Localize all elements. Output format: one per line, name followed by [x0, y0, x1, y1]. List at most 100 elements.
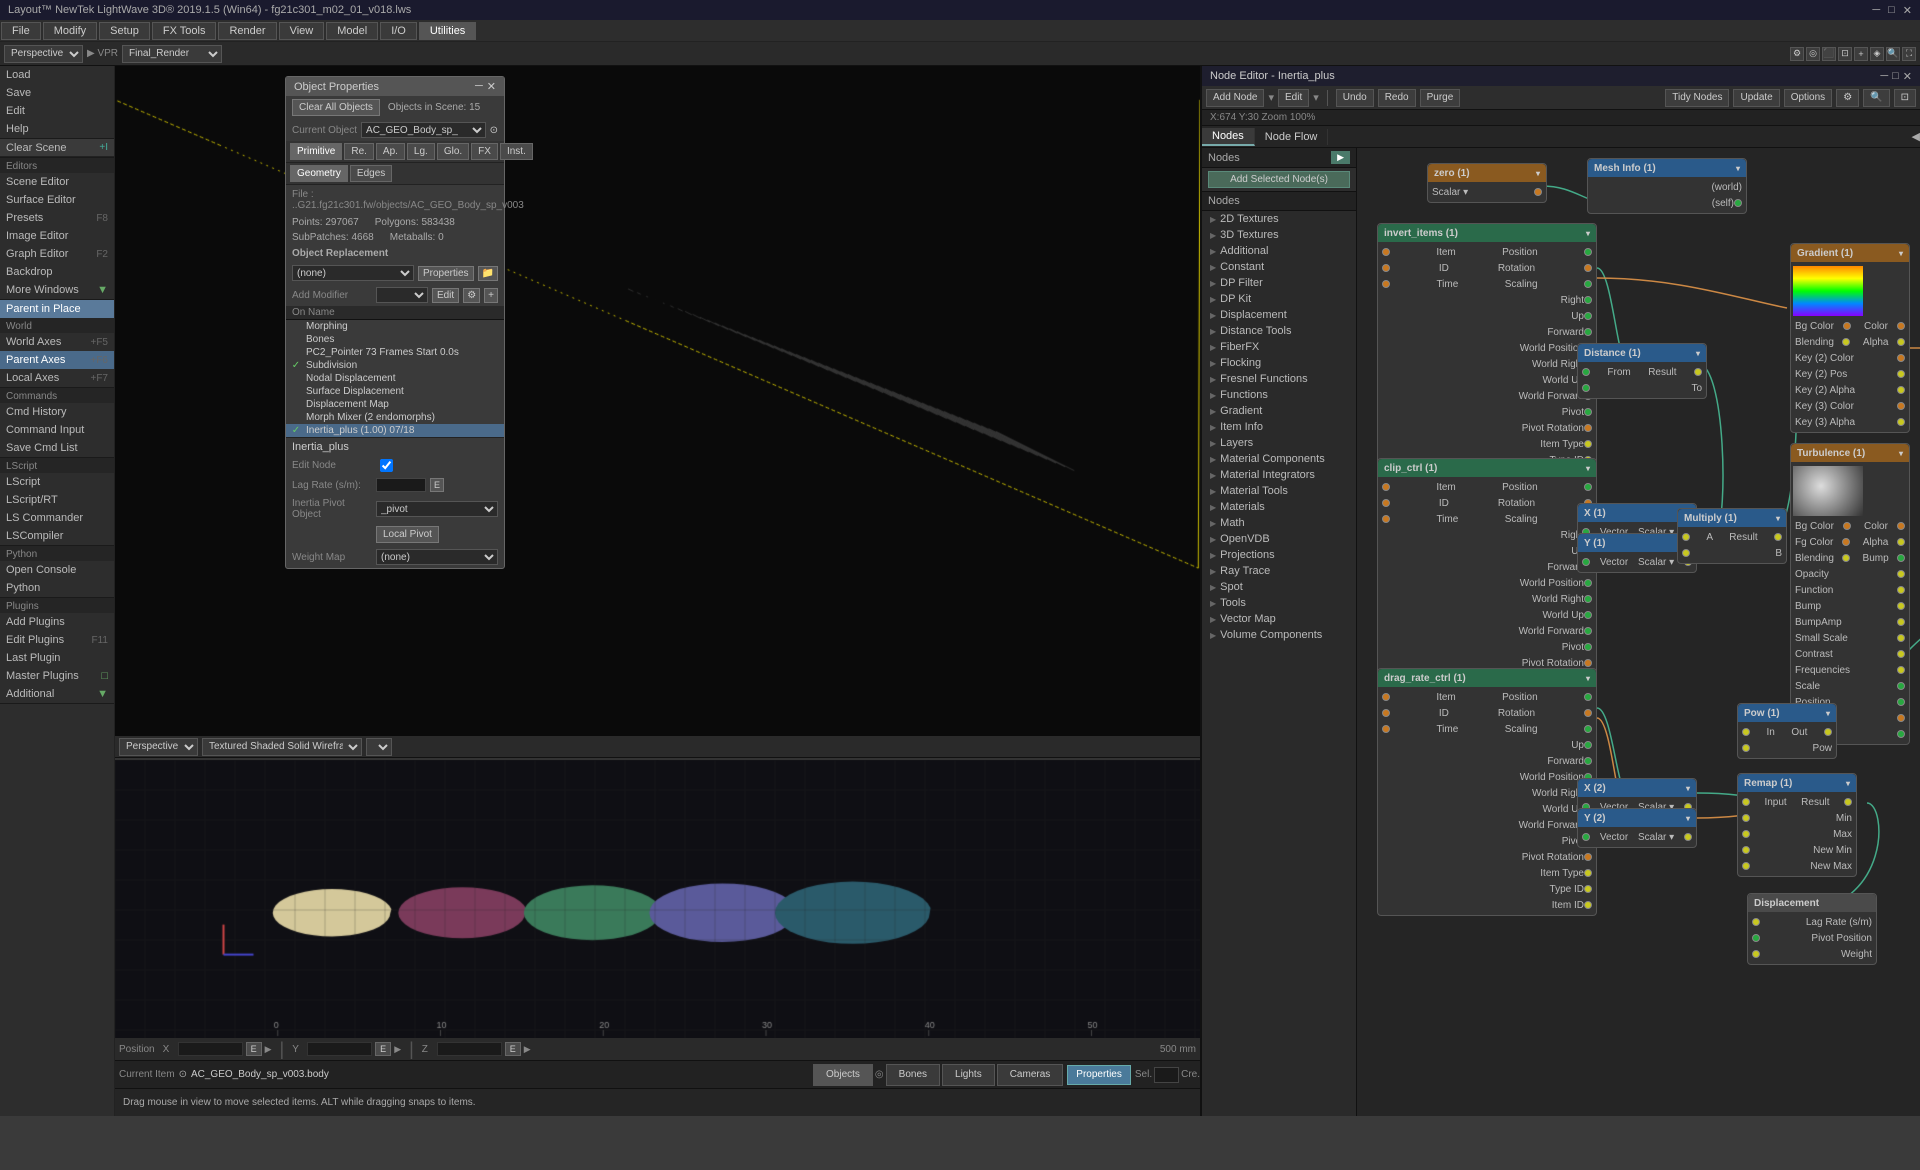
tab-lights[interactable]: Lights: [942, 1064, 995, 1086]
cat-distance-tools[interactable]: Distance Tools: [1202, 323, 1356, 339]
ne-tab-nodeflow[interactable]: Node Flow: [1255, 129, 1329, 145]
bottom-vp-shader[interactable]: Textured Shaded Solid Wireframe: [202, 738, 362, 756]
sidebar-lscompiler[interactable]: LSCompiler: [0, 527, 114, 545]
vp-btn-1[interactable]: ⚙: [1790, 47, 1804, 61]
sidebar-master-plugins[interactable]: Master Plugins□: [0, 667, 114, 685]
bottom-vp-extra[interactable]: [366, 738, 392, 756]
node-distance[interactable]: Distance (1) ▾ From Result To: [1577, 343, 1707, 399]
add-modifier-select[interactable]: [376, 287, 428, 303]
modifier-disp-map[interactable]: Displacement Map: [286, 398, 504, 411]
add-node-btn[interactable]: Add Node: [1206, 89, 1264, 107]
local-pivot-btn[interactable]: Local Pivot: [376, 526, 439, 543]
tab-bones[interactable]: Bones: [886, 1064, 940, 1086]
sidebar-presets[interactable]: PresetsF8: [0, 209, 114, 227]
current-object-select[interactable]: AC_GEO_Body_sp_: [361, 122, 486, 138]
tab-edges[interactable]: Edges: [350, 165, 392, 182]
properties-bottom-btn[interactable]: Properties: [1067, 1065, 1131, 1085]
sidebar-cmd-history[interactable]: Cmd History: [0, 403, 114, 421]
node-turbulence[interactable]: Turbulence (1) ▾ Bg Color Color: [1790, 443, 1910, 745]
sidebar-python[interactable]: Python: [0, 579, 114, 597]
cat-openvdb[interactable]: OpenVDB: [1202, 531, 1356, 547]
undo-btn[interactable]: Undo: [1336, 89, 1374, 107]
ne-minimize-btn[interactable]: ─: [1880, 70, 1888, 83]
cat-dp-filter[interactable]: DP Filter: [1202, 275, 1356, 291]
cat-math[interactable]: Math: [1202, 515, 1356, 531]
cat-material-components[interactable]: Material Components: [1202, 451, 1356, 467]
modifier-inertia[interactable]: ✓Inertia_plus (1.00) 07/18: [286, 424, 504, 437]
ne-close-panel-btn[interactable]: ◀: [1912, 130, 1920, 143]
properties-btn-small[interactable]: Properties: [418, 266, 474, 281]
sidebar-edit[interactable]: Edit: [0, 102, 114, 120]
node-displacement[interactable]: Displacement Lag Rate (s/m) Pivot Positi…: [1747, 893, 1877, 965]
folder-btn[interactable]: 📁: [478, 266, 498, 281]
node-pow[interactable]: Pow (1) ▾ In Out Pow: [1737, 703, 1837, 759]
options-btn[interactable]: Options: [1784, 89, 1832, 107]
bottom-vp-camera[interactable]: Perspective: [119, 738, 198, 756]
obj-props-minimize[interactable]: ─: [475, 80, 483, 93]
modifier-nodal[interactable]: Nodal Displacement: [286, 372, 504, 385]
sidebar-parent-axes[interactable]: Parent Axes+F6: [0, 351, 114, 369]
ne-fit-btn[interactable]: ⊡: [1894, 89, 1916, 107]
cat-2d-textures[interactable]: 2D Textures: [1202, 211, 1356, 227]
tab-glo[interactable]: Glo.: [437, 143, 469, 160]
cat-item-info[interactable]: Item Info: [1202, 419, 1356, 435]
cat-fiberfx[interactable]: FiberFX: [1202, 339, 1356, 355]
ne-settings-btn[interactable]: ⚙: [1836, 89, 1859, 107]
tab-primitive[interactable]: Primitive: [290, 143, 342, 160]
clear-all-objects-btn[interactable]: Clear All Objects: [292, 99, 380, 116]
modifier-pc2[interactable]: PC2_Pointer 73 Frames Start 0.0s: [286, 346, 504, 359]
menu-tab-modify[interactable]: Modify: [43, 22, 97, 40]
ne-close-btn[interactable]: ✕: [1903, 70, 1912, 83]
tab-inst[interactable]: Inst.: [500, 143, 533, 160]
node-drag-rate-ctrl[interactable]: drag_rate_ctrl (1) ▾ Item Position ID: [1377, 668, 1597, 916]
sidebar-more-windows[interactable]: More Windows▼: [0, 281, 114, 299]
ne-search-btn[interactable]: 🔍: [1863, 89, 1889, 107]
sidebar-lscript-rt[interactable]: LScript/RT: [0, 491, 114, 509]
ne-tab-nodes[interactable]: Nodes: [1202, 128, 1255, 146]
obj-replacement-select[interactable]: (none): [292, 265, 414, 281]
modifier-morph-mixer[interactable]: Morph Mixer (2 endomorphs): [286, 411, 504, 424]
cat-layers[interactable]: Layers: [1202, 435, 1356, 451]
camera-select[interactable]: Perspective: [4, 45, 83, 63]
node-y2[interactable]: Y (2) ▾ Vector Scalar ▾: [1577, 808, 1697, 848]
maximize-btn[interactable]: □: [1888, 4, 1895, 17]
y-e-btn[interactable]: E: [375, 1042, 391, 1056]
menu-tab-view[interactable]: View: [279, 22, 325, 40]
z-value[interactable]: -24.6641mm: [437, 1042, 502, 1056]
add-selected-btn[interactable]: ▶: [1331, 151, 1350, 164]
menu-tab-file[interactable]: File: [1, 22, 41, 40]
sidebar-last-plugin[interactable]: Last Plugin: [0, 649, 114, 667]
node-mesh-info[interactable]: Mesh Info (1) ▾ (world) (self): [1587, 158, 1747, 214]
redo-btn[interactable]: Redo: [1378, 89, 1416, 107]
cat-material-integrators[interactable]: Material Integrators: [1202, 467, 1356, 483]
tidy-nodes-btn[interactable]: Tidy Nodes: [1665, 89, 1729, 107]
menu-tab-fxtools[interactable]: FX Tools: [152, 22, 217, 40]
viewport-canvas-bottom[interactable]: [115, 760, 1200, 1038]
tab-geometry[interactable]: Geometry: [290, 165, 348, 182]
node-zero[interactable]: zero (1) ▾ Scalar ▾: [1427, 163, 1547, 203]
viewport-top[interactable]: Object Properties ─ ✕ Clear All Objects …: [115, 66, 1200, 736]
tab-fx[interactable]: FX: [471, 143, 498, 160]
sidebar-backdrop[interactable]: Backdrop: [0, 263, 114, 281]
node-gradient[interactable]: Gradient (1) ▾ Bg Color Color: [1790, 243, 1910, 433]
modifier-bones[interactable]: Bones: [286, 333, 504, 346]
x-value[interactable]: -424.855mm: [178, 1042, 243, 1056]
viewport-canvas[interactable]: [115, 66, 1200, 736]
tab-lg[interactable]: Lg.: [407, 143, 435, 160]
pivot-obj-select[interactable]: _pivot: [376, 501, 498, 517]
edit-btn[interactable]: Edit: [1278, 89, 1309, 107]
sidebar-help[interactable]: Help: [0, 120, 114, 138]
cat-material-tools[interactable]: Material Tools: [1202, 483, 1356, 499]
sidebar-ls-commander[interactable]: LS Commander: [0, 509, 114, 527]
sidebar-graph-editor[interactable]: Graph EditorF2: [0, 245, 114, 263]
modifier-surface-disp[interactable]: Surface Displacement: [286, 385, 504, 398]
menu-tab-setup[interactable]: Setup: [99, 22, 150, 40]
menu-tab-render[interactable]: Render: [218, 22, 276, 40]
menu-tab-io[interactable]: I/O: [380, 22, 417, 40]
modifier-morphing[interactable]: Morphing: [286, 320, 504, 333]
sidebar-parent-in-place[interactable]: Parent in Place: [0, 300, 114, 318]
sidebar-save-cmd[interactable]: Save Cmd List: [0, 439, 114, 457]
tab-objects[interactable]: Objects: [813, 1064, 873, 1086]
ne-maximize-btn[interactable]: □: [1892, 70, 1899, 83]
close-btn[interactable]: ✕: [1903, 4, 1912, 17]
